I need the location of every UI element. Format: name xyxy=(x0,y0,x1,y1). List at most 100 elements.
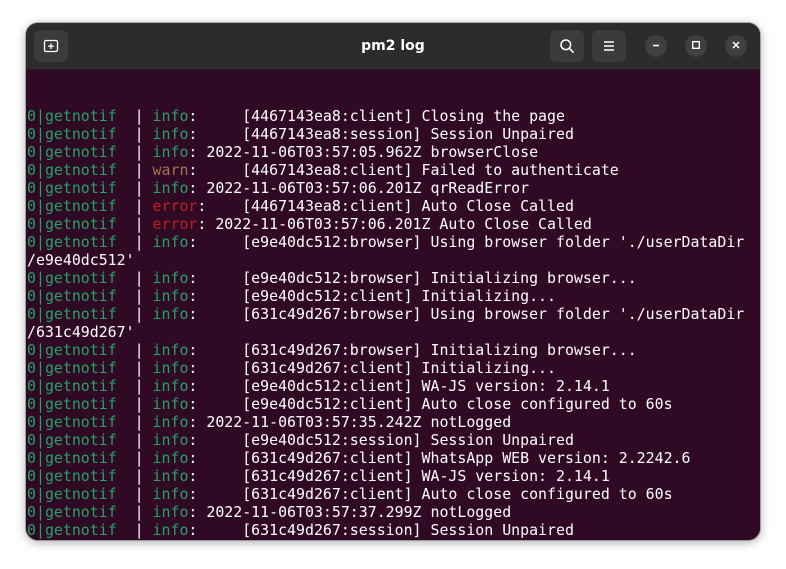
process-id: 0 xyxy=(27,431,36,449)
maximize-icon xyxy=(691,37,701,55)
terminal-output[interactable]: 0|getnotif | info: [4467143ea8:client] C… xyxy=(26,70,760,540)
column-sep: | xyxy=(116,107,153,125)
pipe: | xyxy=(36,539,45,540)
log-level: info xyxy=(152,125,189,143)
process-id: 0 xyxy=(27,179,36,197)
column-sep: | xyxy=(116,305,153,323)
log-level: info xyxy=(152,413,189,431)
search-button[interactable] xyxy=(550,30,584,62)
log-message: [631c49d267:client] WA-JS version: 2.14.… xyxy=(242,467,610,485)
log-line: 0|getnotif | info: [e9e40dc512:browser] … xyxy=(27,233,760,251)
column-sep: | xyxy=(116,125,153,143)
log-level: info xyxy=(152,377,189,395)
level-sep: : xyxy=(188,269,243,287)
close-button[interactable] xyxy=(725,35,747,57)
menu-button[interactable] xyxy=(592,30,626,62)
app-name: getnotif xyxy=(44,359,117,377)
log-level: info xyxy=(152,341,189,359)
app-name: getnotif xyxy=(44,431,117,449)
title-bar[interactable]: pm2 log xyxy=(26,23,760,70)
column-sep: | xyxy=(116,233,153,251)
process-id: 0 xyxy=(27,233,36,251)
maximize-button[interactable] xyxy=(685,35,707,57)
pipe: | xyxy=(35,341,45,359)
app-name: getnotif xyxy=(44,485,117,503)
process-id: 0 xyxy=(27,125,36,143)
column-sep: | xyxy=(116,143,153,161)
log-message: [e9e40dc512:client] Auto close configure… xyxy=(242,395,673,413)
app-name: getnotif xyxy=(44,215,117,233)
level-sep: : xyxy=(188,287,243,305)
process-id: 0 xyxy=(27,503,36,521)
column-sep: | xyxy=(116,341,153,359)
app-name: getnotif xyxy=(44,503,117,521)
process-id: 0 xyxy=(27,521,36,539)
app-name: getnotif xyxy=(44,395,117,413)
log-line: 0|getnotif | info: [631c49d267:client] W… xyxy=(27,467,760,485)
log-level: info xyxy=(152,143,189,161)
process-id: 0 xyxy=(27,395,36,413)
process-id: 0 xyxy=(27,449,36,467)
column-sep: | xyxy=(116,287,153,305)
column-sep: | xyxy=(116,503,153,521)
log-line: 0|getnotif | warn: [4467143ea8:client] F… xyxy=(27,161,760,179)
level-sep: : xyxy=(197,215,216,233)
pipe: | xyxy=(35,449,45,467)
process-id: 0 xyxy=(27,413,36,431)
process-id: 0 xyxy=(27,269,36,287)
column-sep: | xyxy=(116,467,153,485)
app-name: getnotif xyxy=(44,269,117,287)
new-tab-button[interactable] xyxy=(34,30,68,62)
log-lines: 0|getnotif | info: [4467143ea8:client] C… xyxy=(26,106,760,540)
log-level: error xyxy=(152,197,198,215)
app-name: getnotif xyxy=(44,233,117,251)
log-level: info xyxy=(152,269,189,287)
log-level: info xyxy=(153,539,189,540)
column-sep: | xyxy=(116,395,153,413)
log-level: error xyxy=(152,215,198,233)
log-line: 0|getnotif | error: 2022-11-06T03:57:06.… xyxy=(27,215,760,233)
column-sep: | xyxy=(116,377,153,395)
level-sep: : xyxy=(197,197,243,215)
terminal-window: pm2 log 0|getnotif | info: [4467143ea8:c… xyxy=(26,23,760,540)
log-line: 0|getnotif | info: [4467143ea8:client] C… xyxy=(27,107,760,125)
column-sep: | xyxy=(116,485,153,503)
column-sep: | xyxy=(116,269,153,287)
log-level: info xyxy=(152,449,189,467)
log-line: 0|getnotif | info: [e9e40dc512:client] A… xyxy=(27,395,760,413)
column-sep: | xyxy=(116,449,153,467)
log-level: info xyxy=(152,359,189,377)
level-sep: : xyxy=(188,179,207,197)
minimize-icon xyxy=(651,37,661,55)
column-sep: | xyxy=(116,161,153,179)
process-id: 0 xyxy=(27,341,36,359)
pipe: | xyxy=(35,161,45,179)
log-message: [631c49d267:client] WhatsApp WEB version… xyxy=(242,449,691,467)
log-line-continuation: /631c49d267' xyxy=(27,323,760,341)
log-level: info xyxy=(152,503,189,521)
log-line: 0|getnotif | info: 2022-11-06T03:57:37.2… xyxy=(27,503,760,521)
log-line: 0|getnotif | info: 2022-11-06T03:57:06.2… xyxy=(27,179,760,197)
app-name: getnotif xyxy=(44,125,117,143)
log-line: 0|getnotif | info: [631c49d267:session] … xyxy=(27,521,760,539)
search-icon xyxy=(559,38,575,54)
app-name: getnotif xyxy=(44,179,117,197)
log-message: [4467143ea8:client] Auto Close Called xyxy=(242,197,574,215)
column-sep: | xyxy=(116,431,153,449)
app-name: getnotif xyxy=(44,377,117,395)
log-message: [e9e40dc512:client] Initializing... xyxy=(242,287,556,305)
log-level: info xyxy=(152,233,189,251)
app-name: getnotif xyxy=(44,521,117,539)
level-sep: : xyxy=(188,521,243,539)
column-sep: | xyxy=(116,521,153,539)
pipe: | xyxy=(35,485,45,503)
pipe: | xyxy=(35,233,45,251)
pipe: | xyxy=(35,287,45,305)
log-level: info xyxy=(152,305,189,323)
column-sep: | xyxy=(116,215,153,233)
pipe: | xyxy=(35,431,45,449)
minimize-button[interactable] xyxy=(645,35,667,57)
level-sep: : xyxy=(188,143,207,161)
pipe: | xyxy=(35,467,45,485)
process-id: 0 xyxy=(27,359,36,377)
